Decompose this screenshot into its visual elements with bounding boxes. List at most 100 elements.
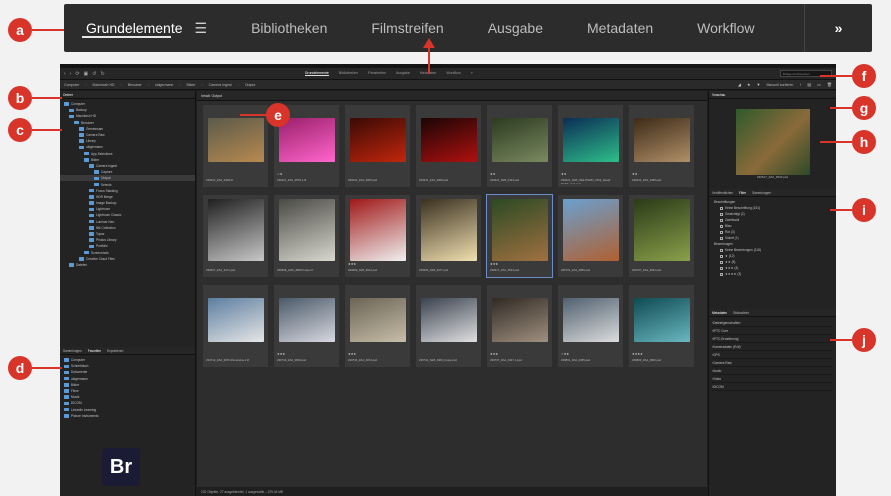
breadcrumb-output[interactable]: Output [245,83,256,87]
hamburger-menu-icon[interactable]: ☰ [195,20,208,37]
rotate-right-icon[interactable]: ↻ [100,71,104,77]
rating-stars[interactable]: ★★★★ [632,352,691,356]
checkbox[interactable] [720,266,723,270]
filter-icon[interactable]: ▼ [757,82,761,87]
tab-sammlungen[interactable]: Sammlungen [63,349,82,353]
thumbnail-cell[interactable]: 230609_N28_9477.psd [416,195,481,277]
thumbnail-cell[interactable]: ☆★★ 230801_ZA2_4455.psd [558,285,623,367]
thumbnail-cell[interactable]: ★★ 230221_N28_0443.psd [487,105,552,187]
rating-filter-icon[interactable]: ★ [747,82,751,87]
tab-grundelemente[interactable]: Grundelemente ☰ [64,4,229,52]
rating-stars[interactable]: ☆★ [277,172,336,176]
metadata-section[interactable]: › Video [712,375,833,383]
tab-filter[interactable]: Filter [739,191,746,195]
metadata-section[interactable]: › Camera Raw [712,359,833,367]
rating-stars[interactable]: ★★ [561,172,620,176]
metadata-section[interactable]: › IPTC-Erweiterung [712,335,833,343]
preview-image[interactable] [735,109,810,175]
sort-dropdown[interactable]: Manuell sortieren [767,83,794,87]
tab-filmstreifen[interactable]: Filmstreifen [349,4,465,52]
more-workspaces-button[interactable]: » [471,71,473,76]
tab-vorschau[interactable]: Vorschau [712,93,725,97]
thumbnail-cell[interactable]: 230607_ZA2_3471.psd [203,195,268,277]
tab-veroeffentlichen[interactable]: Veröffentlichen [712,191,733,195]
rating-stars[interactable]: ★★ [490,172,549,176]
rating-stars[interactable]: ★★ [632,172,691,176]
camera-icon[interactable]: ▣ [84,71,89,77]
rating-stars[interactable] [419,352,478,356]
thumbnail-cell[interactable]: 230608_LMG_9809 Kopie.tif [274,195,339,277]
rating-stars[interactable]: ★★★ [490,352,549,356]
metadata-section[interactable]: › IPTC Core [712,327,833,335]
favorite-item[interactable]: Picture Instruments [60,413,195,419]
tab-exportieren[interactable]: Exportieren [107,349,123,353]
rotate-left-icon[interactable]: ↺ [92,71,96,77]
metadata-section[interactable]: › GPS [712,351,833,359]
tab-ausgabe[interactable]: Ausgabe [466,4,565,52]
quality-icon[interactable]: ◢ [738,82,741,87]
tab-ausgabe[interactable]: Ausgabe [396,71,410,76]
rating-stars[interactable] [206,172,265,176]
checkbox[interactable] [720,230,723,234]
thumbnail-cell[interactable]: ★★★ 230719_ZA2_3819.psd [274,285,339,367]
thumbnail-cell[interactable]: 230221_ZA2_2606.psd [416,105,481,187]
thumbnail-cell[interactable]: ★★★ 230737_ZA2_4427-1.psd [487,285,552,367]
tab-grundelemente[interactable]: Grundelemente [304,71,329,76]
rating-stars[interactable] [206,352,265,356]
checkbox[interactable] [720,218,723,222]
breadcrumb-bilder[interactable]: Bilder [187,83,196,87]
metadata-section[interactable]: › DICOM [712,383,833,391]
breadcrumb-camera-ingest[interactable]: Camera Ingest [209,83,232,87]
more-workspaces-button[interactable]: » [804,4,872,52]
back-icon[interactable]: ‹ [64,71,66,77]
thumbnail-cell[interactable]: ★★★★ 230803_ZA2_4500.psd [629,285,694,367]
rating-stars[interactable]: ★★★ [348,352,407,356]
metadata-section[interactable]: › Audio [712,367,833,375]
tab-workflow[interactable]: Workflow [675,4,776,52]
folder-tree-item[interactable]: Dateien [60,262,195,268]
thumbnail-cell[interactable]: ★★ 230221_ZA2_2468.psd [629,105,694,187]
rating-stars[interactable] [277,262,336,266]
tab-workflow[interactable]: Workflow [446,71,460,76]
thumbnail-cell[interactable]: ★★★ 230617_ZA2_3533.psd [486,194,553,278]
checkbox[interactable] [720,254,723,258]
tab-metadaten[interactable]: Metadaten [565,4,675,52]
thumbnail-cell[interactable]: ★★★ 230730_ZA2_4154.psd [345,285,410,367]
checkbox[interactable] [720,248,723,252]
rating-stars[interactable] [419,172,478,176]
tab-inhalt[interactable]: Inhalt: Output [201,94,222,98]
breadcrumb-macintosh-hd[interactable]: Macintosh HD [93,83,115,87]
breadcrumb-computer[interactable]: Computer [64,83,79,87]
checkbox[interactable] [720,260,723,264]
checkbox[interactable] [720,272,723,276]
checkbox[interactable] [720,212,723,216]
forward-icon[interactable]: › [70,71,72,77]
new-folder-icon[interactable]: ▭ [817,82,821,87]
thumbnail-cell[interactable]: 230701_ZA2_3656.psd [558,195,623,277]
rating-stars[interactable] [206,262,265,266]
rating-stars[interactable] [632,262,691,266]
thumbnail-cell[interactable]: ★★ 230221_N28_NIGHTGRD_7062_Deepf RAKE_we… [558,105,623,187]
rating-stars[interactable]: ★★★ [490,262,549,266]
tab-sammlungen[interactable]: Sammlungen [752,191,771,195]
thumbnail-cell[interactable]: 230731_N28_4400_Kopie.psd [416,285,481,367]
rating-stars[interactable]: ★★★ [348,262,407,266]
checkbox[interactable] [720,206,723,210]
filter-item[interactable]: ★★★★ (3) [712,271,833,277]
thumbnail-cell[interactable]: ★★★ 230609_N28_9914.psd [345,195,410,277]
breadcrumb-user[interactable]: uldgermann [155,83,173,87]
sort-direction-icon[interactable]: ↑ [799,82,801,87]
rating-stars[interactable]: ☆★★ [561,352,620,356]
recent-icon[interactable]: ⟳ [75,71,79,77]
tab-filmstreifen[interactable]: Filmstreifen [368,71,386,76]
tab-bibliotheken[interactable]: Bibliotheken [339,71,358,76]
metadata-section[interactable]: › Dateieigenschaften [712,319,833,327]
thumbnail-cell[interactable]: 230221_ZA2_2605.psd [345,105,410,187]
rating-stars[interactable] [419,262,478,266]
rating-stars[interactable]: ★★★ [277,352,336,356]
checkbox[interactable] [720,236,723,240]
thumbnail-cell[interactable]: 230712_ZA2_3676-Panorama-1.tif [203,285,268,367]
thumbnail-cell[interactable]: 230707_ZA2_3631.psd [629,195,694,277]
tab-bibliotheken[interactable]: Bibliotheken [229,4,349,52]
tab-ordner[interactable]: Ordner [63,93,73,97]
